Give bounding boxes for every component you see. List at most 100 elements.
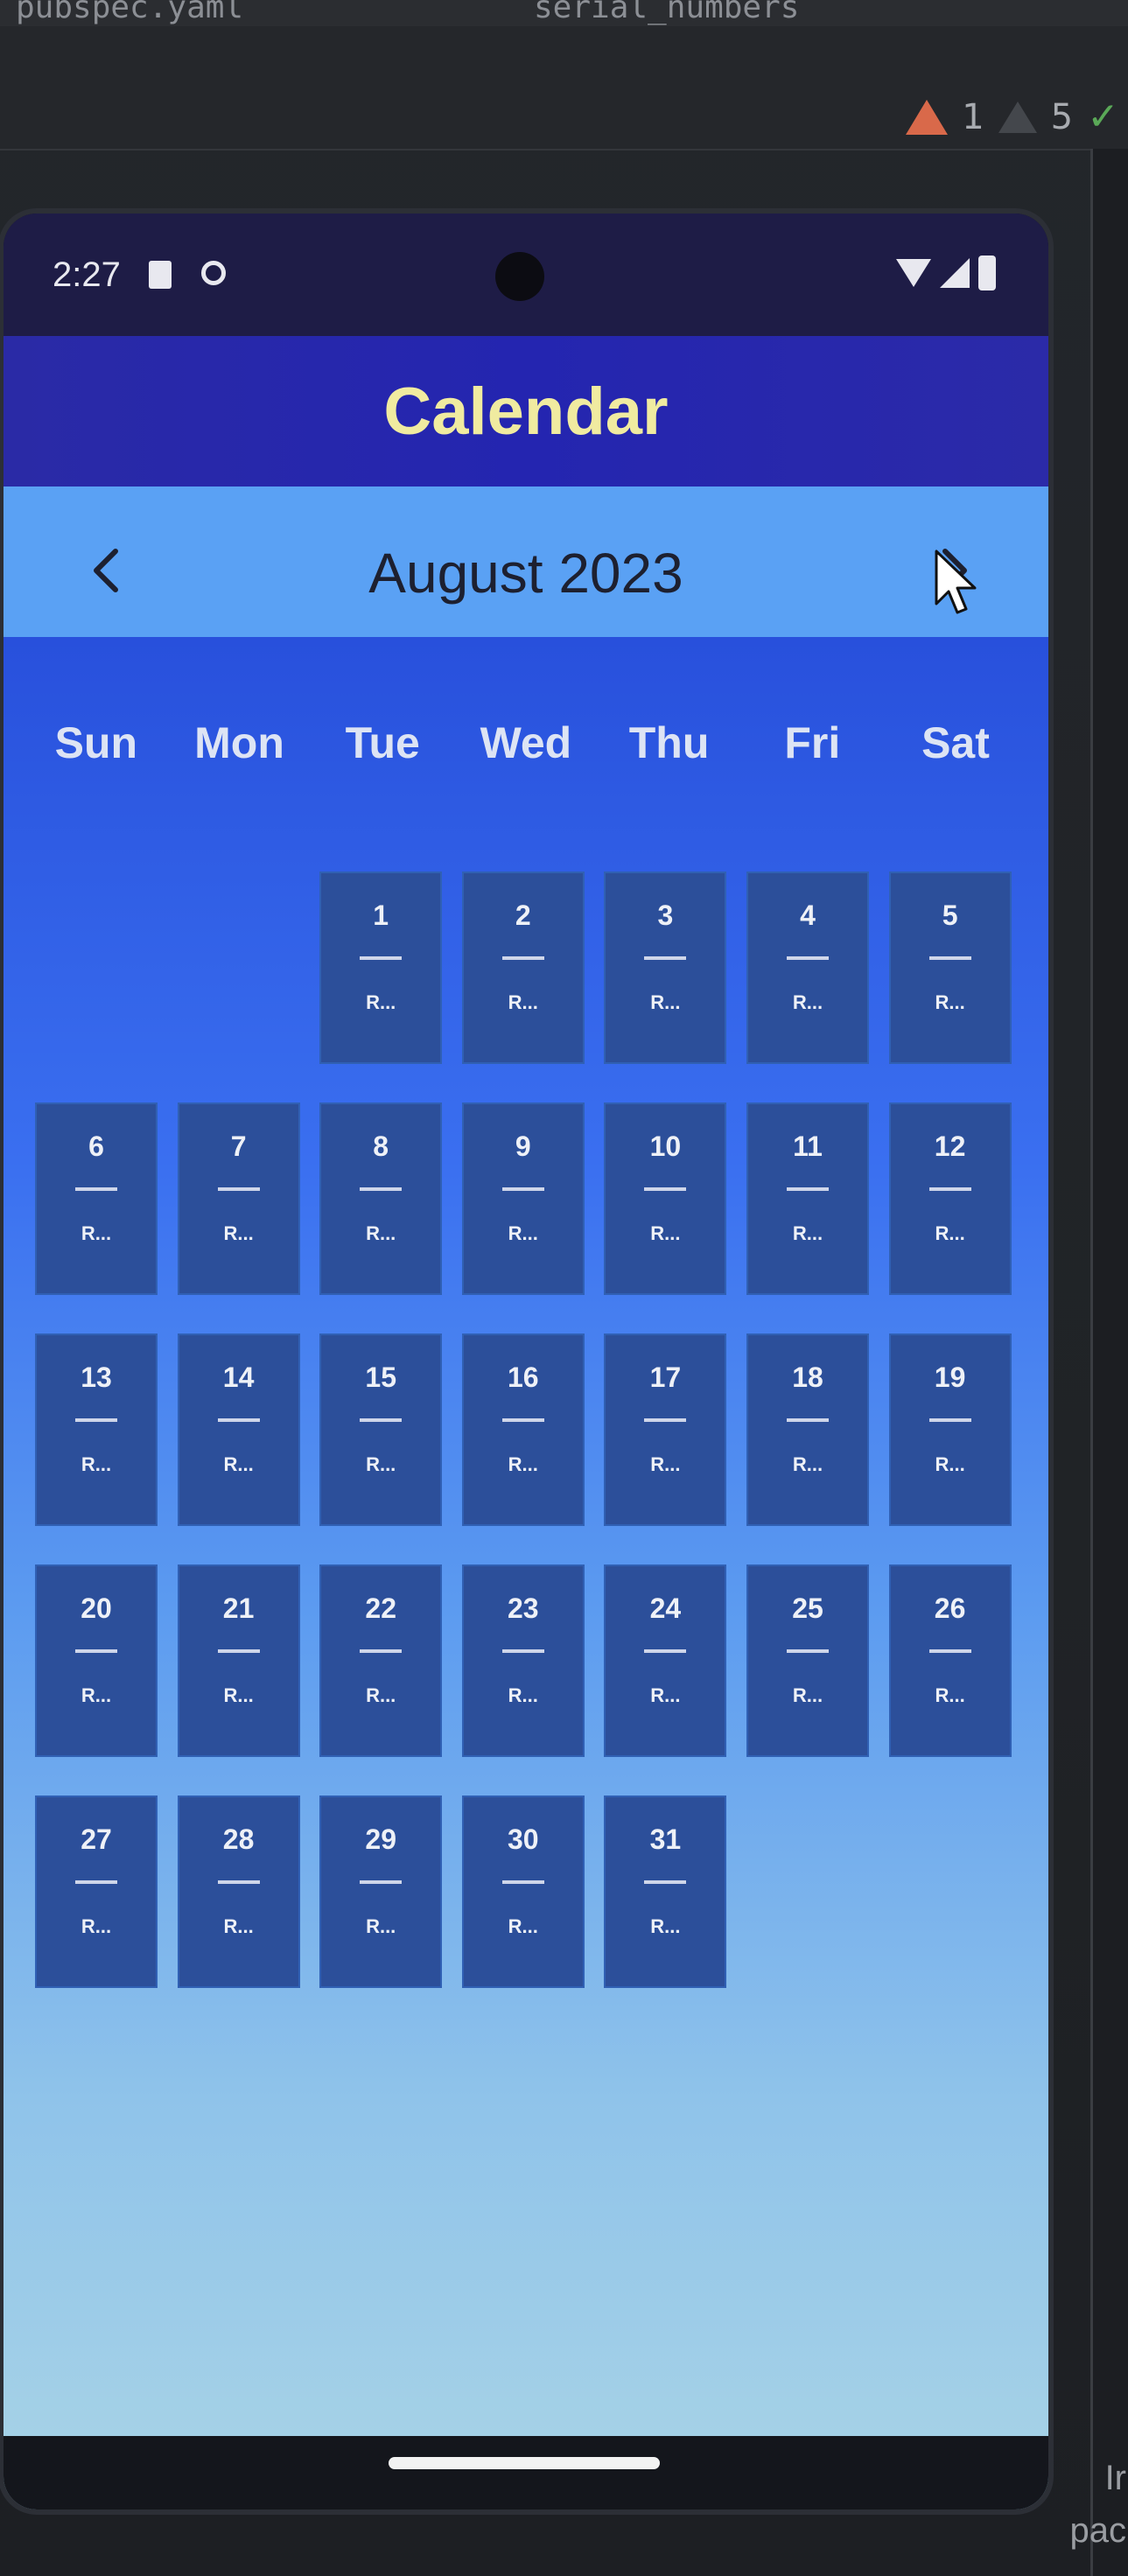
day-cell[interactable]: 16 R... [461, 1334, 585, 1526]
day-cell[interactable]: 9 R... [461, 1102, 585, 1295]
day-cell[interactable]: 22 R... [319, 1564, 443, 1757]
day-cell[interactable]: 20 R... [35, 1564, 158, 1757]
warning-count: 1 [962, 96, 984, 137]
day-divider [787, 1418, 829, 1422]
day-event-label: R... [650, 1915, 681, 1937]
app-bar: Calendar [4, 336, 1048, 486]
day-divider [928, 1418, 971, 1422]
signal-icon [940, 258, 970, 288]
day-cell[interactable]: 31 R... [604, 1796, 727, 1988]
day-cell[interactable]: 30 R... [461, 1796, 585, 1988]
day-cell[interactable]: 17 R... [604, 1334, 727, 1526]
day-divider [75, 1418, 117, 1422]
day-divider [360, 956, 403, 960]
day-cell[interactable]: 2 R... [461, 872, 585, 1064]
day-number: 21 [222, 1592, 255, 1624]
ide-inspection-status[interactable]: 1 5 ✓ [906, 94, 1119, 139]
day-divider [928, 1187, 971, 1191]
weekday-label: Thu [628, 718, 710, 767]
day-cell[interactable]: 18 R... [746, 1334, 869, 1526]
wifi-icon [896, 259, 931, 287]
day-cell[interactable]: 6 R... [35, 1102, 158, 1295]
day-number: 23 [508, 1592, 539, 1624]
day-cell[interactable]: 13 R... [35, 1334, 158, 1526]
ide-toolbar: 1 5 ✓ [0, 26, 1128, 150]
day-cell[interactable]: 27 R... [35, 1796, 158, 1988]
day-event-label: R... [366, 1222, 396, 1244]
day-divider [501, 1880, 544, 1884]
day-cell[interactable]: 25 R... [746, 1564, 869, 1757]
day-divider [360, 1187, 403, 1191]
day-divider [644, 1649, 687, 1653]
day-number: 17 [649, 1362, 682, 1393]
day-cell[interactable]: 14 R... [177, 1334, 300, 1526]
day-number: 7 [230, 1130, 247, 1162]
day-number: 14 [222, 1362, 255, 1393]
day-cell[interactable]: 28 R... [177, 1796, 300, 1988]
day-number: 26 [934, 1592, 966, 1624]
weekday-label: Sun [54, 718, 138, 767]
home-handle[interactable] [389, 2457, 660, 2469]
day-event-label: R... [935, 1222, 965, 1244]
ide-tab-pubspec[interactable]: pubspec.yaml [16, 0, 243, 25]
day-divider [501, 956, 544, 960]
weekday-header: Sun Mon Tue Wed Thu Fri Sat [25, 718, 1027, 768]
day-cell[interactable]: 4 R... [746, 872, 869, 1064]
day-event-label: R... [508, 1915, 538, 1937]
screen: pubspec.yaml serial_numbers 1 5 ✓ Ir pac… [0, 0, 1128, 2576]
day-event-label: R... [792, 1222, 823, 1244]
day-number: 16 [508, 1362, 539, 1393]
day-divider [787, 956, 829, 960]
day-number: 19 [934, 1362, 966, 1393]
day-cell[interactable]: 21 R... [177, 1564, 300, 1757]
day-number: 8 [373, 1130, 389, 1162]
day-event-label: R... [366, 991, 396, 1013]
day-cell[interactable]: 7 R... [177, 1102, 300, 1295]
ide-tab-serial-numbers[interactable]: serial_numbers [534, 0, 799, 25]
front-camera [495, 252, 544, 301]
day-cell[interactable]: 15 R... [319, 1334, 443, 1526]
day-cell[interactable]: 10 R... [604, 1102, 727, 1295]
weekday-label: Tue [345, 718, 420, 767]
month-navigator: August 2023 [4, 486, 1048, 637]
weekday-label: Wed [480, 718, 572, 767]
day-cell[interactable]: 23 R... [461, 1564, 585, 1757]
day-cell[interactable]: 3 R... [604, 872, 727, 1064]
day-event-label: R... [366, 1915, 396, 1937]
day-divider [644, 956, 687, 960]
day-number: 29 [365, 1824, 396, 1855]
day-event-label: R... [508, 1453, 538, 1475]
month-label: August 2023 [368, 542, 683, 605]
day-divider [501, 1418, 544, 1422]
day-event-label: R... [81, 1222, 112, 1244]
day-event-label: R... [792, 1453, 823, 1475]
day-cell[interactable]: 11 R... [746, 1102, 869, 1295]
day-divider [787, 1649, 829, 1653]
day-event-label: R... [508, 991, 538, 1013]
day-cell[interactable]: 26 R... [888, 1564, 1012, 1757]
day-divider [644, 1187, 687, 1191]
day-cell[interactable]: 19 R... [888, 1334, 1012, 1526]
day-cell[interactable]: 8 R... [319, 1102, 443, 1295]
day-cell[interactable]: 1 R... [319, 872, 443, 1064]
day-divider [217, 1880, 260, 1884]
day-cell[interactable]: 29 R... [319, 1796, 443, 1988]
day-number: 15 [365, 1362, 396, 1393]
day-divider [75, 1880, 117, 1884]
day-event-label: R... [650, 1453, 681, 1475]
day-event-label: R... [223, 1684, 254, 1706]
day-cell[interactable]: 12 R... [888, 1102, 1012, 1295]
day-event-label: R... [223, 1222, 254, 1244]
day-number: 10 [649, 1130, 682, 1162]
weak-warning-icon [998, 101, 1037, 133]
day-cell[interactable]: 5 R... [888, 872, 1012, 1064]
day-divider [644, 1880, 687, 1884]
day-number: 28 [222, 1824, 255, 1855]
gesture-nav-bar [4, 2436, 1048, 2510]
day-divider [360, 1418, 403, 1422]
day-number: 4 [800, 900, 816, 931]
day-event-label: R... [650, 1684, 681, 1706]
day-cell[interactable]: 24 R... [604, 1564, 727, 1757]
day-divider [360, 1649, 403, 1653]
day-number: 5 [942, 900, 958, 931]
